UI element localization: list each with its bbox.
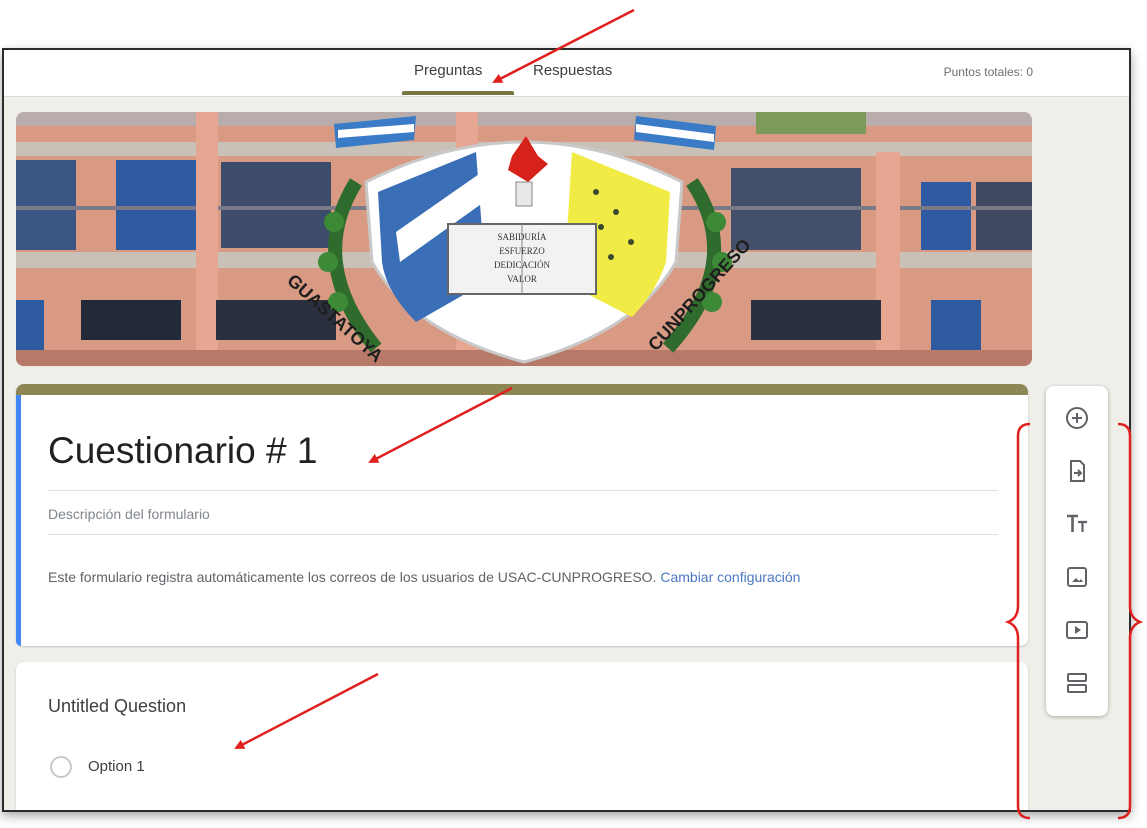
notice-text: Este formulario registra automáticamente… [48,569,657,585]
form-title[interactable]: Cuestionario # 1 [48,430,317,472]
option-label[interactable]: Option 1 [88,758,145,775]
radio-button[interactable] [50,756,72,778]
svg-text:SABIDURÍA: SABIDURÍA [497,232,547,242]
svg-text:ESFUERZO: ESFUERZO [499,246,545,256]
svg-text:VALOR: VALOR [507,274,537,284]
tab-preguntas[interactable]: Preguntas [414,62,482,79]
top-bar: Preguntas Respuestas Puntos totales: 0 [4,50,1129,97]
banner-illustration: SABIDURÍA ESFUERZO DEDICACIÓN VALOR GUAS… [16,112,1032,366]
form-description-field[interactable]: Descripción del formulario [48,506,210,522]
image-icon [1067,567,1087,587]
add-question-button[interactable] [1061,402,1093,434]
section-icon [1067,673,1087,693]
video-icon [1066,621,1088,639]
add-question-icon [1066,407,1088,429]
add-video-button[interactable] [1061,614,1093,646]
description-divider [48,534,998,535]
question-card[interactable]: Untitled Question Option 1 [16,662,1028,810]
focus-indicator [16,395,21,646]
total-points: Puntos totales: 0 [943,65,1033,79]
email-collection-notice: Este formulario registra automáticamente… [48,564,978,590]
active-tab-indicator [402,91,514,95]
tab-respuestas[interactable]: Respuestas [533,62,612,79]
title-divider [48,490,998,491]
floating-toolbar [1046,386,1108,716]
theme-color-strip [16,384,1028,395]
import-questions-icon [1070,460,1085,482]
header-banner-image: SABIDURÍA ESFUERZO DEDICACIÓN VALOR GUAS… [16,112,1032,366]
add-title-button[interactable] [1061,508,1093,540]
add-image-button[interactable] [1061,561,1093,593]
form-title-card: Cuestionario # 1 Descripción del formula… [16,384,1028,646]
forms-editor-window: Preguntas Respuestas Puntos totales: 0 S… [2,48,1131,812]
add-section-button[interactable] [1061,667,1093,699]
import-questions-button[interactable] [1061,455,1093,487]
question-title[interactable]: Untitled Question [48,696,186,717]
change-settings-link[interactable]: Cambiar configuración [660,569,800,585]
title-text-icon [1067,514,1087,532]
svg-text:DEDICACIÓN: DEDICACIÓN [494,260,550,270]
